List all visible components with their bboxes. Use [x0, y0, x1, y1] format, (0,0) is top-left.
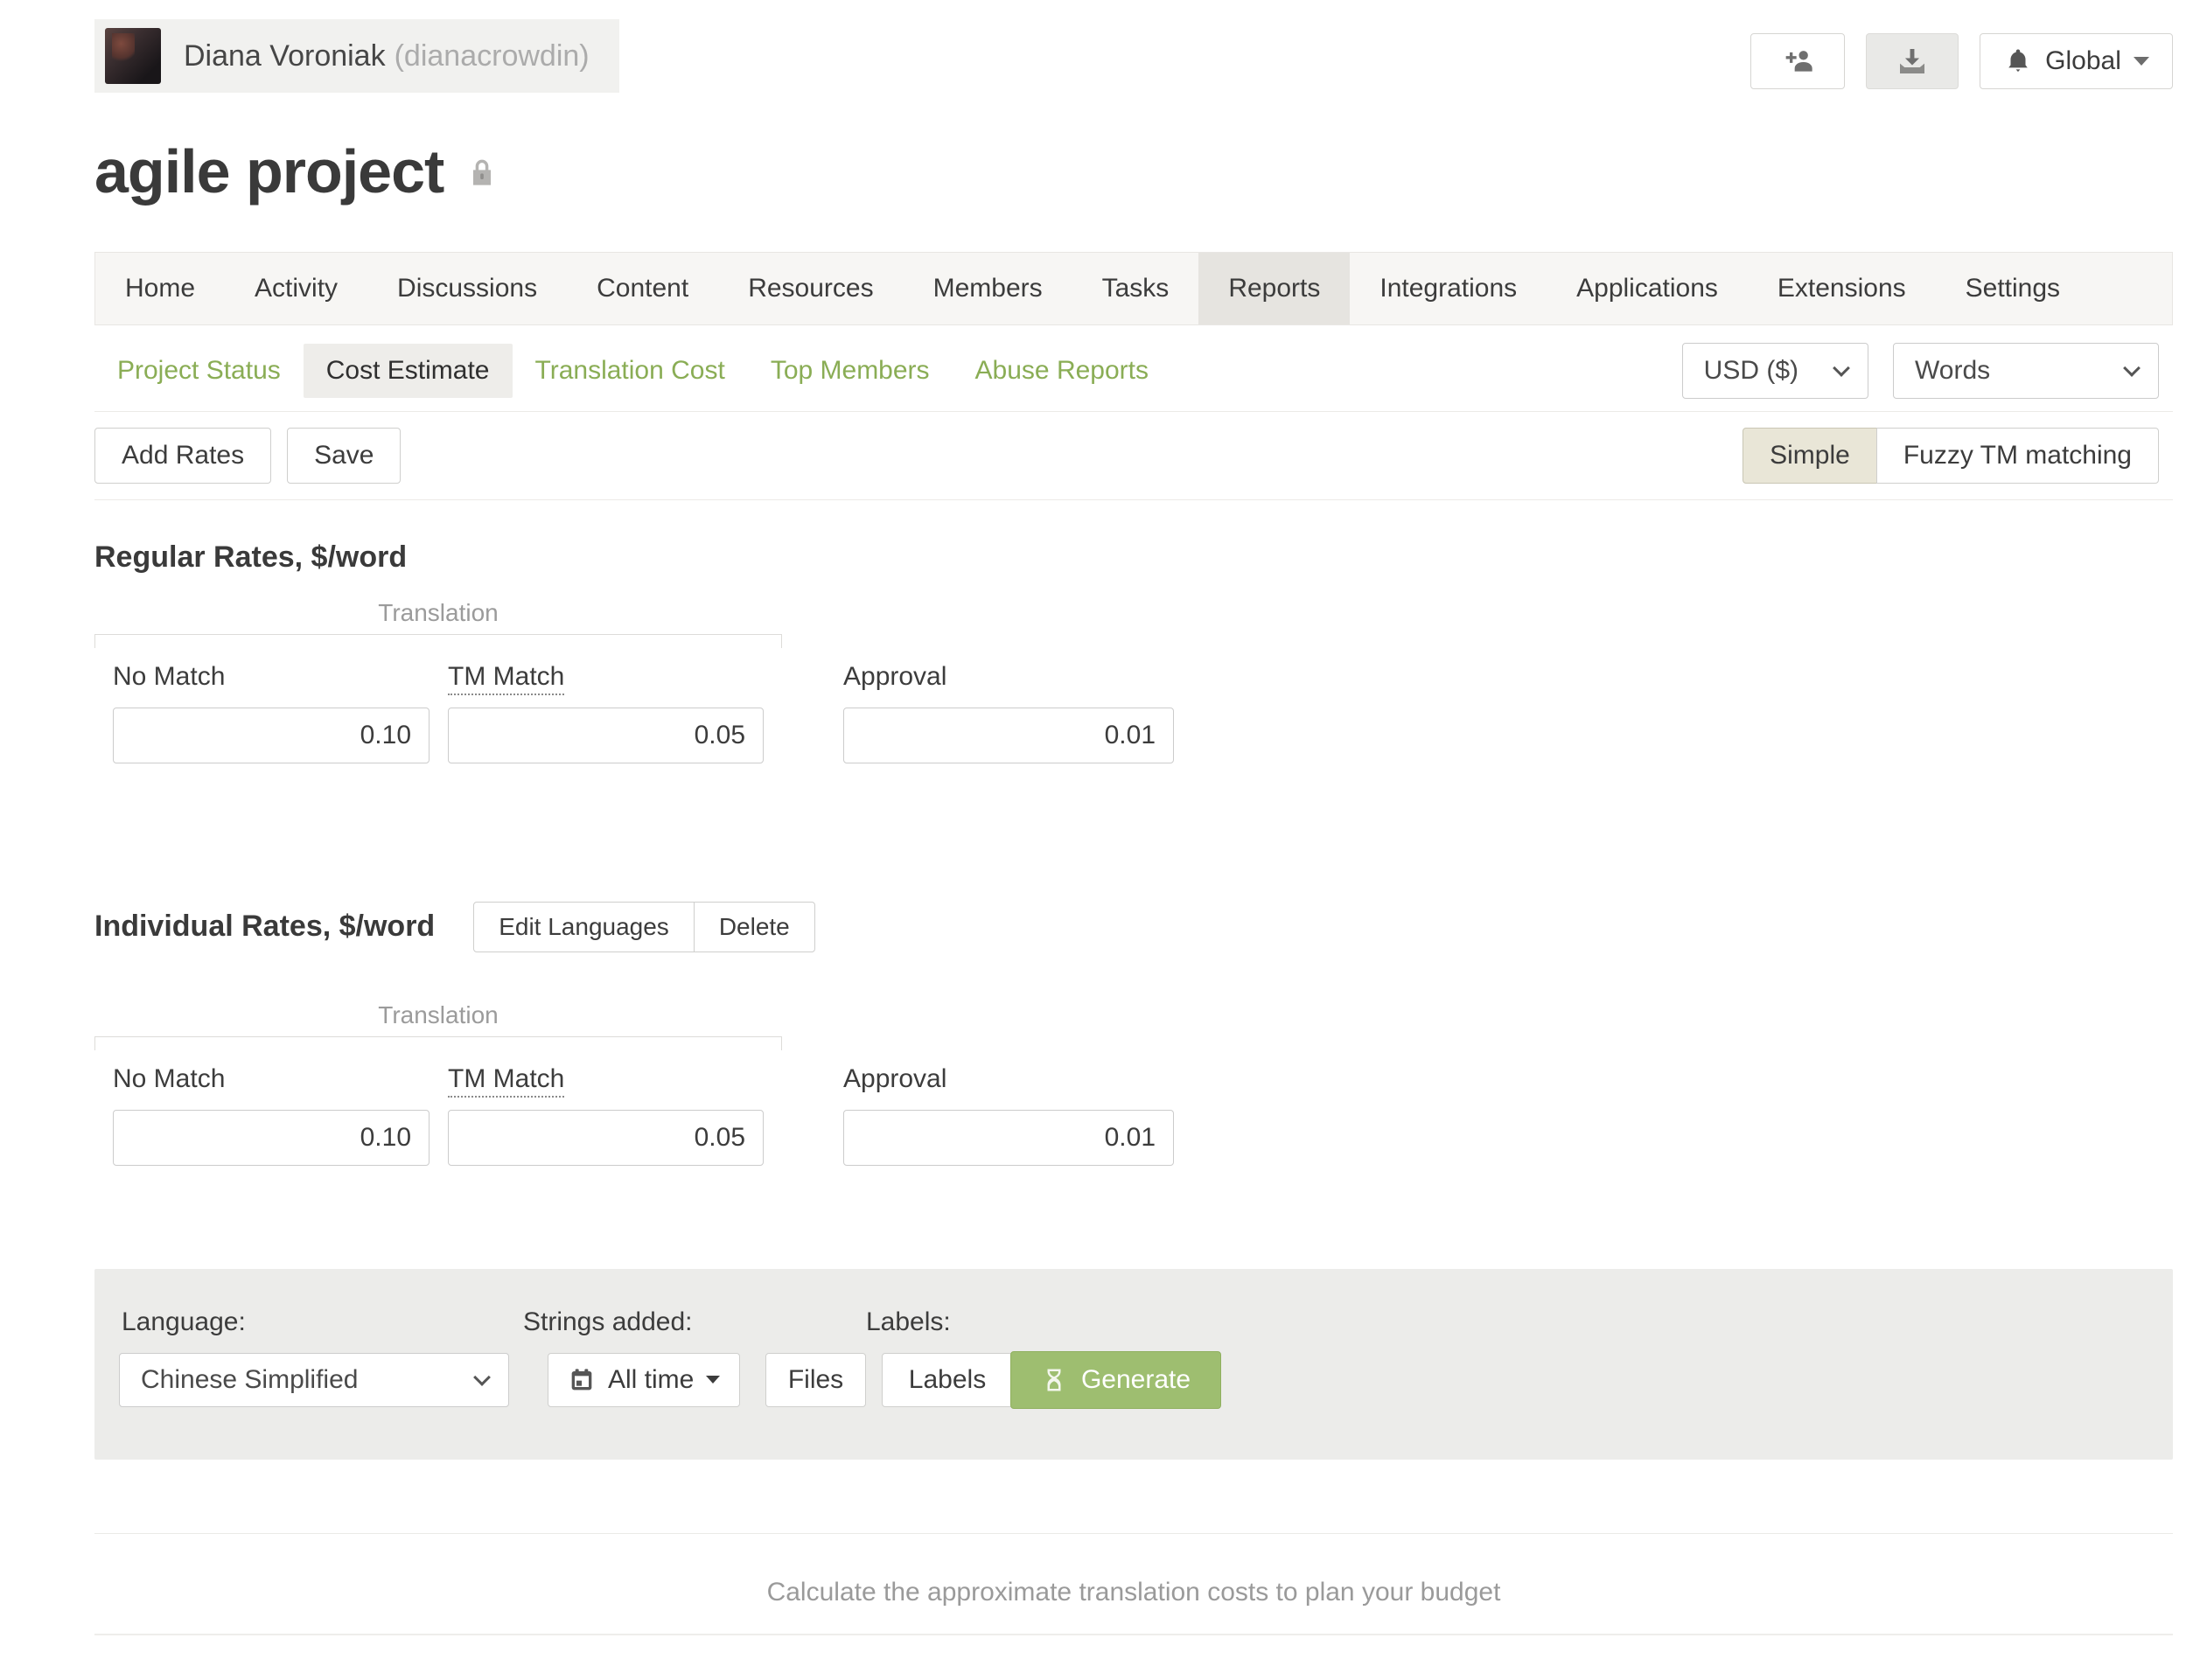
tab-extensions[interactable]: Extensions — [1748, 253, 1936, 324]
tm-match-label[interactable]: TM Match — [448, 662, 564, 695]
tm-match-rate-input[interactable] — [448, 1110, 764, 1166]
invite-button[interactable] — [1750, 33, 1845, 89]
subtab-cost-estimate[interactable]: Cost Estimate — [304, 344, 513, 398]
divider — [94, 1634, 2173, 1635]
approval-rate-input[interactable] — [843, 708, 1174, 763]
translation-group-bracket — [94, 634, 782, 648]
calendar-icon — [568, 1366, 596, 1394]
page-title: agile project — [94, 140, 443, 205]
currency-select[interactable]: USD ($) — [1682, 343, 1868, 399]
notifications-label: Global — [2045, 46, 2121, 76]
tm-match-rate-input[interactable] — [448, 708, 764, 763]
translation-group-bracket — [94, 1036, 782, 1050]
rate-labels-row: No Match TM Match Approval — [94, 662, 2173, 695]
no-match-label: No Match — [113, 1064, 225, 1094]
language-select[interactable]: Chinese Simplified — [119, 1353, 509, 1407]
report-filters: USD ($) Words — [1682, 343, 2159, 399]
no-match-label: No Match — [113, 662, 225, 692]
top-bar: Diana Voroniak (dianacrowdin) — [94, 19, 2173, 93]
rate-labels-row: No Match TM Match Approval — [94, 1064, 2173, 1098]
tm-match-label[interactable]: TM Match — [448, 1064, 564, 1098]
files-button[interactable]: Files — [765, 1353, 866, 1407]
tab-home[interactable]: Home — [95, 253, 225, 324]
caret-down-icon — [706, 1376, 720, 1384]
tab-integrations[interactable]: Integrations — [1350, 253, 1547, 324]
notifications-button[interactable]: Global — [1980, 33, 2173, 89]
regular-rates-section: Regular Rates, $/word Translation No Mat… — [94, 540, 2173, 763]
language-label: Language: — [122, 1307, 246, 1337]
footer-hint: Calculate the approximate translation co… — [94, 1578, 2173, 1607]
rates-toolbar: Add Rates Save Simple Fuzzy TM matching — [94, 412, 2173, 500]
tab-settings[interactable]: Settings — [1936, 253, 2090, 324]
tab-content[interactable]: Content — [567, 253, 718, 324]
save-button[interactable]: Save — [287, 428, 401, 484]
subtab-abuse-reports[interactable]: Abuse Reports — [953, 344, 1171, 398]
translation-group-label: Translation — [94, 1001, 782, 1029]
avatar — [105, 28, 161, 84]
tab-applications[interactable]: Applications — [1547, 253, 1748, 324]
divider — [94, 1533, 2173, 1534]
no-match-rate-input[interactable] — [113, 1110, 430, 1166]
project-nav: Home Activity Discussions Content Resour… — [94, 252, 2173, 325]
rate-inputs-row — [94, 708, 2173, 763]
individual-rates-title: Individual Rates, $/word — [94, 910, 435, 944]
approval-label: Approval — [843, 662, 946, 692]
rates-mode-switch: Simple Fuzzy TM matching — [1743, 428, 2159, 484]
caret-down-icon — [2134, 57, 2149, 66]
download-button[interactable] — [1866, 33, 1959, 89]
mode-simple-button[interactable]: Simple — [1743, 428, 1877, 484]
page-container: Diana Voroniak (dianacrowdin) — [94, 0, 2173, 1635]
no-match-rate-input[interactable] — [113, 708, 430, 763]
reports-subnav: Project Status Cost Estimate Translation… — [94, 343, 2173, 399]
subtab-top-members[interactable]: Top Members — [748, 344, 953, 398]
bell-icon — [2003, 46, 2033, 76]
approval-rate-input[interactable] — [843, 1110, 1174, 1166]
lock-icon — [464, 156, 499, 191]
rate-inputs-row — [94, 1110, 2173, 1166]
mode-fuzzy-button[interactable]: Fuzzy TM matching — [1876, 428, 2159, 484]
report-generator-panel: Language: Strings added: Labels: Chinese… — [94, 1269, 2173, 1460]
tab-tasks[interactable]: Tasks — [1072, 253, 1199, 324]
subtab-project-status[interactable]: Project Status — [94, 344, 304, 398]
regular-rates-title: Regular Rates, $/word — [94, 540, 2173, 575]
time-range-value: All time — [608, 1365, 694, 1395]
tab-resources[interactable]: Resources — [718, 253, 903, 324]
user-name: Diana Voroniak — [184, 39, 386, 73]
top-actions: Global — [1750, 33, 2173, 89]
labels-button[interactable]: Labels — [882, 1353, 1013, 1407]
tab-discussions[interactable]: Discussions — [367, 253, 567, 324]
download-icon — [1894, 43, 1931, 80]
approval-label: Approval — [843, 1064, 946, 1094]
labels-label: Labels: — [866, 1307, 951, 1337]
translation-group-label: Translation — [94, 599, 782, 627]
generate-button[interactable]: Generate — [1010, 1351, 1221, 1409]
add-rates-button[interactable]: Add Rates — [94, 428, 271, 484]
generate-label: Generate — [1081, 1365, 1191, 1395]
user-login: (dianacrowdin) — [395, 39, 590, 73]
add-person-icon — [1780, 44, 1815, 79]
time-range-button[interactable]: All time — [548, 1353, 740, 1407]
tab-members[interactable]: Members — [904, 253, 1072, 324]
title-row: agile project — [94, 140, 2173, 205]
unit-select[interactable]: Words — [1893, 343, 2159, 399]
user-chip[interactable]: Diana Voroniak (dianacrowdin) — [94, 19, 619, 93]
tab-reports[interactable]: Reports — [1198, 253, 1350, 324]
strings-added-label: Strings added: — [523, 1307, 692, 1337]
subtab-translation-cost[interactable]: Translation Cost — [513, 344, 748, 398]
delete-button[interactable]: Delete — [694, 902, 815, 952]
individual-rates-section: Individual Rates, $/word Edit Languages … — [94, 902, 2173, 1166]
tab-activity[interactable]: Activity — [225, 253, 367, 324]
hourglass-icon — [1041, 1367, 1067, 1393]
individual-rates-actions: Edit Languages Delete — [473, 902, 815, 952]
edit-languages-button[interactable]: Edit Languages — [473, 902, 695, 952]
